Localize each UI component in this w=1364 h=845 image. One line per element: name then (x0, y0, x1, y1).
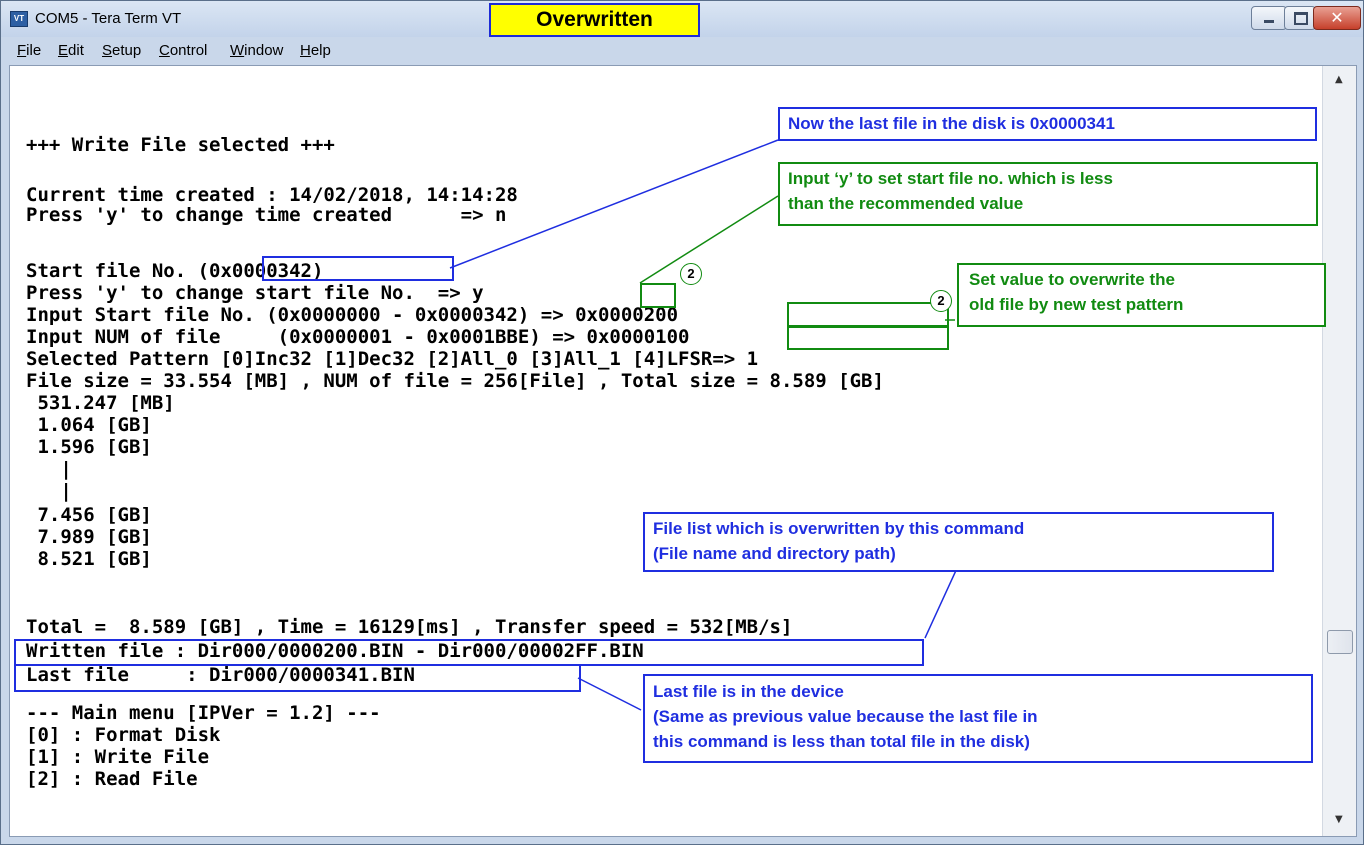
callout-input-y: Input ‘y’ to set start file no. which is… (778, 162, 1318, 226)
highlight-y-input (640, 283, 676, 308)
callout-text: (File name and directory path) (653, 544, 896, 563)
callout-last-file-in-disk: Now the last file in the disk is 0x00003… (778, 107, 1317, 141)
callout-text: Now the last file in the disk is 0x00003… (788, 114, 1115, 133)
step-marker-2a: 2 (680, 263, 702, 285)
callout-text: (Same as previous value because the last… (653, 707, 1038, 726)
callout-file-list: File list which is overwritten by this c… (643, 512, 1274, 572)
highlight-num-value (787, 325, 949, 350)
callout-set-value: Set value to overwrite the old file by n… (957, 263, 1326, 327)
leader-line-last-file (449, 139, 779, 269)
highlight-written-file (14, 639, 924, 666)
step-marker-2b: 2 (930, 290, 952, 312)
highlight-last-file (14, 664, 581, 692)
callout-last-file-in-device: Last file is in the device (Same as prev… (643, 674, 1313, 763)
callout-text: Last file is in the device (653, 682, 844, 701)
leader-line-last-device (577, 677, 642, 711)
leader-line-file-list (924, 565, 959, 639)
leader-line-input-y (639, 195, 779, 284)
callout-text: Set value to overwrite the (969, 270, 1175, 289)
callout-text: old file by new test pattern (969, 295, 1184, 314)
callout-text: this command is less than total file in … (653, 732, 1030, 751)
callout-text: than the recommended value (788, 194, 1024, 213)
callout-text: File list which is overwritten by this c… (653, 519, 1025, 538)
highlight-start-file-no (262, 256, 454, 281)
callout-text: Input ‘y’ to set start file no. which is… (788, 169, 1113, 188)
